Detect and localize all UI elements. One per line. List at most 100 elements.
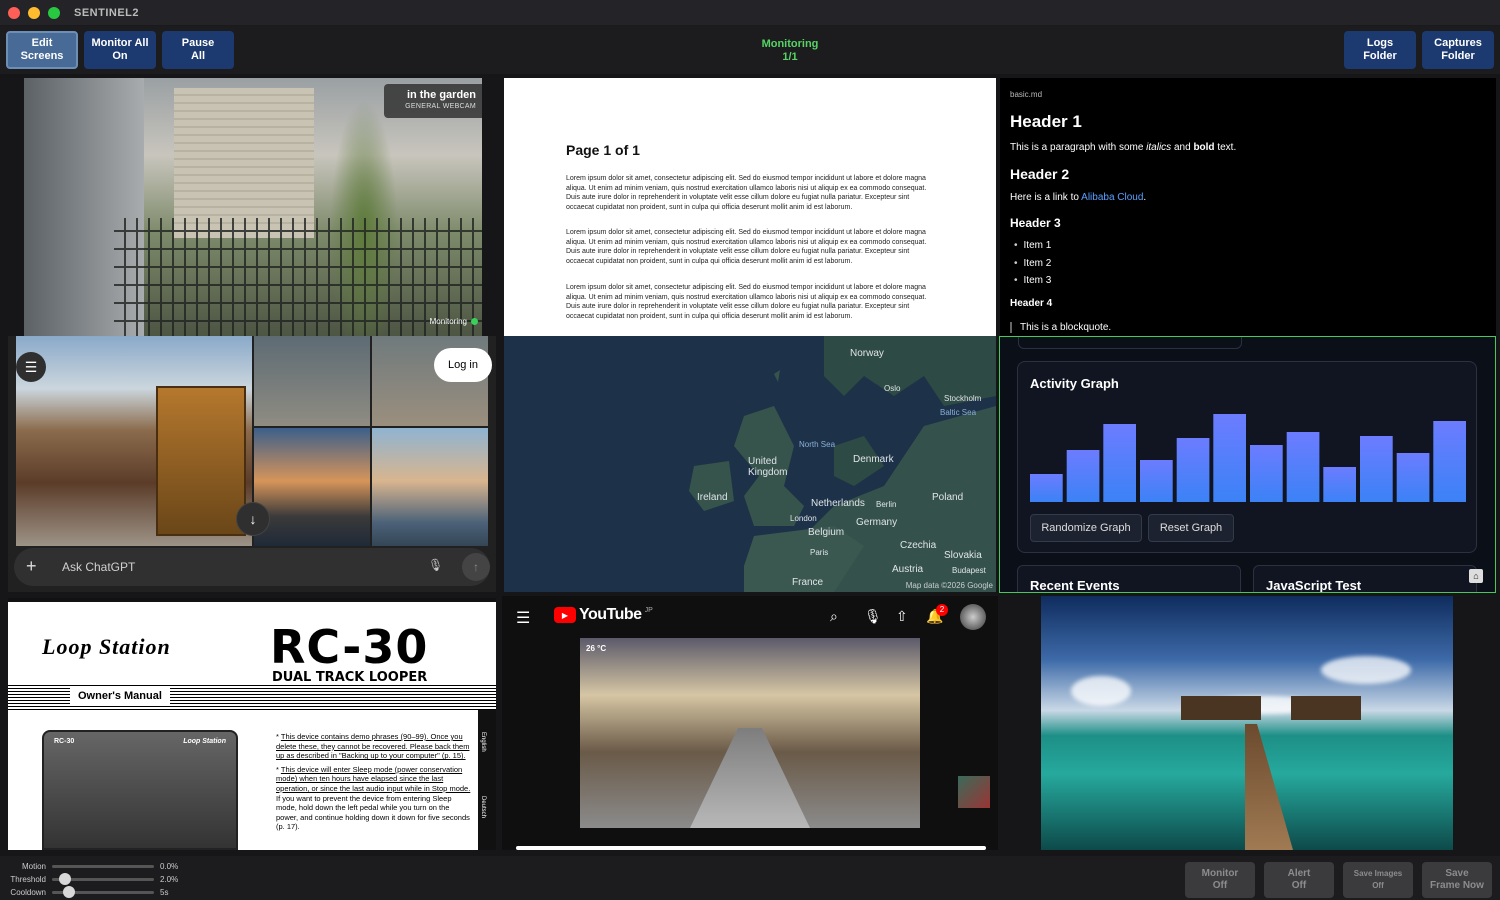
- zoom-window-button[interactable]: [48, 6, 60, 19]
- alert-off-button[interactable]: Alert Off: [1264, 862, 1334, 898]
- save-frame-now-button[interactable]: Save Frame Now: [1422, 862, 1492, 898]
- chat-composer: + 🎙 ↑: [14, 548, 490, 586]
- video-thumbnail[interactable]: [958, 776, 990, 808]
- markdown-h1: Header 1: [1010, 112, 1082, 131]
- pause-all-button[interactable]: Pause All: [162, 31, 234, 69]
- minimize-window-button[interactable]: [28, 6, 40, 19]
- scroll-down-icon[interactable]: ↓: [236, 502, 270, 536]
- markdown-tile[interactable]: basic.md Header 1 This is a paragraph wi…: [1000, 78, 1496, 336]
- chatgpt-tile[interactable]: ☰ Log in ↓ + 🎙 ↑: [8, 336, 496, 592]
- monitoring-indicator-label: Monitoring: [429, 317, 467, 326]
- slider-knob[interactable]: [59, 872, 72, 885]
- webcam-image-fence: [114, 218, 482, 336]
- activity-bar: [1103, 424, 1136, 502]
- app-window: SENTINEL2 Edit Screens Monitor All On Pa…: [0, 0, 1500, 900]
- ask-chatgpt-input[interactable]: [62, 558, 382, 576]
- map-label: London: [790, 514, 817, 523]
- notification-badge: 2: [936, 604, 948, 616]
- save-images-off-button[interactable]: Save Images Off: [1343, 862, 1413, 898]
- edit-screens-button[interactable]: Edit Screens: [6, 31, 78, 69]
- map-label: Slovakia: [944, 550, 982, 561]
- reset-graph-button[interactable]: Reset Graph: [1148, 514, 1234, 542]
- manual-note: * This device contains demo phrases (90–…: [276, 732, 470, 761]
- monitor-all-on-button[interactable]: Monitor All On: [84, 31, 156, 69]
- cooldown-value: 5s: [160, 887, 169, 897]
- region-code: JP: [644, 606, 653, 614]
- youtube-logo[interactable]: ▶ YouTube JP: [554, 606, 653, 624]
- list-item: Item 3: [1014, 275, 1052, 293]
- activity-tile[interactable]: Activity Graph Randomize Graph Reset Gra…: [999, 336, 1496, 593]
- microphone-icon[interactable]: 🎙: [428, 558, 443, 572]
- markdown-h3: Header 3: [1010, 216, 1061, 230]
- manual-tile[interactable]: Loop Station RC-30 DUAL TRACK LOOPER Own…: [8, 598, 496, 850]
- manual-note-text: This device contains demo phrases (90–99…: [276, 732, 470, 761]
- send-arrow-icon[interactable]: ↑: [462, 553, 490, 581]
- sidebar-menu-icon[interactable]: ☰: [16, 352, 46, 382]
- webcam-tile[interactable]: in the garden GENERAL WEBCAM Monitoring: [24, 78, 482, 336]
- motion-slider-row: Motion 0.0%: [6, 860, 178, 872]
- logs-folder-button[interactable]: Logs Folder: [1344, 31, 1416, 69]
- window-controls: [8, 6, 60, 19]
- home-icon[interactable]: ⌂: [1469, 569, 1483, 583]
- cloud: [1071, 676, 1131, 706]
- manual-model: RC-30: [270, 620, 429, 674]
- activity-bar: [1360, 436, 1393, 502]
- page-progress-bar: [516, 846, 986, 850]
- markdown-blockquote: This is a blockquote.: [1010, 322, 1111, 333]
- language-label: Deutsch: [480, 796, 486, 819]
- cooldown-slider-row: Cooldown 5s: [6, 885, 169, 898]
- plus-icon[interactable]: +: [26, 556, 37, 577]
- manual-top-rule: [8, 598, 496, 602]
- map-label: Germany: [856, 517, 898, 528]
- pdf-tile[interactable]: Page 1 of 1 Lorem ipsum dolor sit amet, …: [504, 78, 996, 336]
- threshold-value: 2.0%: [160, 874, 179, 884]
- map-label: Czechia: [900, 540, 937, 551]
- captures-folder-button[interactable]: Captures Folder: [1422, 31, 1494, 69]
- status-dot-icon: [471, 318, 478, 325]
- activity-bar: [1250, 445, 1283, 502]
- threshold-slider[interactable]: [52, 872, 154, 885]
- text: text.: [1214, 142, 1237, 153]
- photo-thumbnail[interactable]: [372, 428, 488, 546]
- cooldown-slider[interactable]: [52, 885, 154, 898]
- bottom-control-bar: Motion 0.0% Threshold 2.0% Cooldown 5s M…: [0, 856, 1500, 900]
- map-tile[interactable]: Norway Oslo Stockholm Baltic Sea North S…: [504, 336, 996, 592]
- upload-icon[interactable]: ⇧: [896, 608, 908, 625]
- monitor-off-button[interactable]: Monitor Off: [1185, 862, 1255, 898]
- avatar[interactable]: [960, 604, 986, 630]
- login-button[interactable]: Log in: [434, 348, 492, 382]
- slider-knob[interactable]: [62, 885, 75, 898]
- randomize-graph-button[interactable]: Randomize Graph: [1030, 514, 1142, 542]
- recent-events-title: Recent Events: [1030, 578, 1120, 593]
- youtube-play-icon: ▶: [554, 607, 576, 623]
- search-icon[interactable]: ⌕: [830, 608, 838, 625]
- manual-note-text: If you want to prevent the device from e…: [276, 793, 470, 832]
- beach-wallpaper-tile[interactable]: [1041, 596, 1453, 850]
- text: Here is a link to: [1010, 192, 1082, 203]
- markdown-h4: Header 4: [1010, 298, 1053, 309]
- map-attribution: Map data ©2026 Google: [905, 581, 993, 590]
- map-label: Budapest: [952, 566, 986, 575]
- youtube-tile[interactable]: ☰ ▶ YouTube JP ⌕ 🎙 ⇧ 🔔 2 26 °C: [502, 596, 998, 850]
- device-illustration: RC-30 Loop Station: [42, 730, 238, 850]
- markdown-filename: basic.md: [1010, 90, 1043, 99]
- video-player[interactable]: 26 °C: [580, 638, 920, 828]
- activity-bar: [1066, 450, 1100, 502]
- map-label: Paris: [810, 548, 829, 557]
- list-item: Item 2: [1014, 258, 1052, 276]
- cooldown-label: Cooldown: [10, 887, 46, 897]
- photo-paris-street[interactable]: [16, 336, 252, 546]
- markdown-list: Item 1 Item 2 Item 3: [1014, 240, 1052, 293]
- photo-thumbnail[interactable]: [254, 336, 370, 426]
- activity-bar: [1433, 421, 1466, 502]
- javascript-test-card: JavaScript Test: [1253, 565, 1477, 592]
- map-label: Baltic Sea: [940, 408, 977, 417]
- manual-brand: Loop Station: [42, 634, 171, 659]
- status-label: Monitoring: [761, 38, 819, 50]
- close-window-button[interactable]: [8, 6, 20, 19]
- microphone-icon[interactable]: 🎙: [864, 608, 882, 625]
- webcam-subtitle: GENERAL WEBCAM: [405, 103, 476, 110]
- photo-thumbnail[interactable]: [254, 428, 370, 546]
- menu-icon[interactable]: ☰: [516, 608, 530, 628]
- alibaba-cloud-link[interactable]: Alibaba Cloud: [1081, 192, 1143, 203]
